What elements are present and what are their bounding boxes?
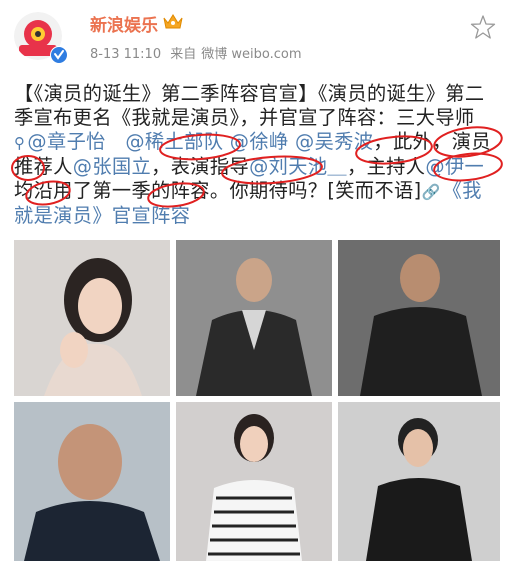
post-header: 新浪娱乐 8-13 11:10 来自 微博 weibo.com (0, 0, 514, 78)
star-icon[interactable] (470, 14, 496, 44)
mention-xuzheng[interactable]: @徐峥 (230, 130, 289, 153)
account-name[interactable]: 新浪娱乐 (90, 11, 158, 36)
mention-liutianchi[interactable]: @刘天池＿ (249, 155, 347, 178)
text-part-4: ，主持人 (347, 155, 426, 178)
link-icon: 🔗 (421, 183, 441, 201)
post-meta: 8-13 11:10 来自 微博 weibo.com (90, 43, 307, 62)
source-prefix: 来自 (170, 47, 197, 62)
mention-xitubudui[interactable]: @稀土部队 (125, 130, 223, 153)
text-part-1: 【《演员的诞生》第二季阵容官宣】《演员的诞生》第二季宣布更名《我就是演员》，并官… (14, 82, 485, 129)
link-icon: ⚲ (14, 134, 26, 152)
photo-woman-stripes[interactable] (176, 402, 332, 561)
mention-yiyi[interactable]: @伊一 (425, 155, 484, 178)
mention-zhangziyi[interactable]: @章子怡 (27, 130, 105, 153)
photo-liu-tianchi[interactable] (338, 402, 500, 561)
post-date[interactable]: 8-13 11:10 (90, 47, 161, 62)
text-part-5: 均沿用了第一季的阵容。你期待吗？[笑而不语] (14, 179, 422, 202)
photo-zhang-ziyi[interactable] (14, 240, 170, 396)
verified-v-icon (50, 46, 68, 64)
text-part-3: ，表演指导 (151, 155, 250, 178)
post-source[interactable]: 微博 weibo.com (201, 47, 301, 62)
vip-crown-icon (162, 12, 184, 34)
photo-zhang-guoli[interactable] (14, 402, 170, 561)
mention-wuxiubo[interactable]: @吴秀波 (295, 130, 373, 153)
photo-man-coat[interactable] (338, 240, 500, 396)
mention-zhangguoli[interactable]: @张国立 (73, 155, 151, 178)
post-text: 【《演员的诞生》第二季阵容官宣】《演员的诞生》第二季宣布更名《我就是演员》，并官… (14, 82, 500, 228)
photo-grid (14, 240, 500, 561)
photo-man-suit-1[interactable] (176, 240, 332, 396)
